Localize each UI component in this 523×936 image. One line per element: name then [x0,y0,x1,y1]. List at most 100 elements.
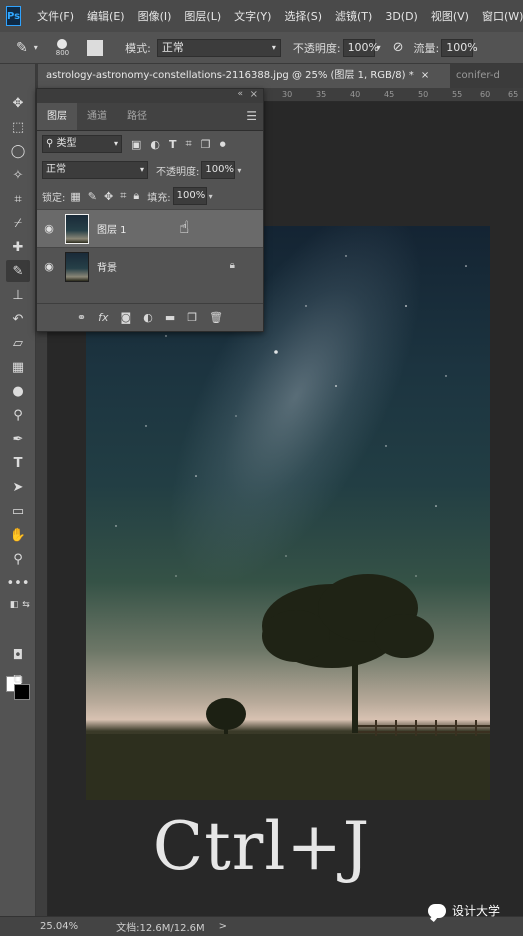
filter-smart-object-icon[interactable]: ❐ [201,138,211,151]
lasso-tool-icon[interactable]: ◯ [6,140,30,162]
visibility-eye-icon[interactable]: ◉ [37,260,61,273]
chevron-down-icon[interactable]: ▾ [209,192,213,201]
healing-brush-tool-icon[interactable]: ✚ [6,236,30,258]
gradient-tool-icon[interactable]: ▦ [6,356,30,378]
folder-icon[interactable]: ▬ [165,311,175,324]
menu-file[interactable]: 文件(F) [37,8,74,24]
opacity-input[interactable]: 100% [342,38,379,57]
menu-image[interactable]: 图像(I) [138,8,172,24]
trash-icon[interactable]: 🗑︎ [209,311,223,324]
tab-layers[interactable]: 图层 [37,103,77,130]
hand-tool-icon[interactable]: ✋ [6,524,30,546]
clone-stamp-tool-icon[interactable]: ⊥ [6,284,30,306]
chevron-down-icon[interactable]: ▾ [34,43,38,52]
options-bar: ✎ ▾ 800 模式: 正常 ▾ 不透明度: 100% ▾ ⊘ 流量: 100% [0,32,523,64]
new-layer-icon[interactable]: ❐ [187,311,197,324]
ruler-tick: 50 [418,90,429,99]
link-icon[interactable]: ⚭ [77,311,86,324]
zoom-tool-icon[interactable]: ⚲ [6,548,30,570]
chevron-down-icon[interactable]: ▾ [237,166,241,175]
panel-menu-icon[interactable]: ☰ [246,109,257,123]
lock-position-icon[interactable]: ✥ [104,190,113,203]
menu-layer[interactable]: 图层(L) [184,8,221,24]
fx-icon[interactable]: fx [98,311,108,324]
swap-colors-icon[interactable]: ⇆ [14,594,38,616]
screen-mode-icon[interactable]: ⧉ [6,668,30,690]
chevron-down-icon: ▾ [139,165,144,174]
quick-mask-icon[interactable]: ◘ [6,644,30,666]
mask-icon[interactable]: ◙ [121,311,132,324]
filter-kind-select[interactable]: ⚲ 类型 ▾ [42,135,122,153]
menu-edit[interactable]: 编辑(E) [87,8,125,24]
menu-view[interactable]: 视图(V) [431,8,469,24]
adjustment-icon[interactable]: ◐ [143,311,153,324]
wechat-icon [428,903,446,918]
blur-tool-icon[interactable]: ● [6,380,30,402]
panel-titlebar[interactable]: « × [37,89,263,103]
status-menu-arrow[interactable]: > [219,921,227,932]
close-icon[interactable]: × [250,89,258,100]
panel-tabs: 图层 通道 路径 ☰ [37,103,263,131]
menu-filter[interactable]: 滤镜(T) [335,8,372,24]
menu-window[interactable]: 窗口(W) [482,8,523,24]
filter-kind-value: 类型 [56,138,77,149]
ruler-tick: 45 [384,90,395,99]
layer-row-layer1[interactable]: ◉ 图层 1 ☝ [37,209,263,247]
brush-tool-icon[interactable]: ✎ [16,40,28,56]
shape-tool-icon[interactable]: ▭ [6,500,30,522]
panel-footer: ⚭ fx ◙ ◐ ▬ ❐ 🗑︎ [37,303,263,331]
flow-input[interactable]: 100% [441,38,478,57]
lock-image-icon[interactable]: ✎ [88,190,97,203]
chevron-down-icon[interactable]: ▾ [377,43,381,52]
brush-tool-icon[interactable]: ✎ [6,260,30,282]
filter-row: ⚲ 类型 ▾ ▣ ◐ T ⌗ ❐ ● [37,131,263,157]
path-select-tool-icon[interactable]: ➤ [6,476,30,498]
menu-select[interactable]: 选择(S) [284,8,322,24]
tab-paths[interactable]: 路径 [117,103,157,130]
layer-name[interactable]: 背景 [97,259,117,274]
search-icon: ⚲ [46,138,57,149]
crop-tool-icon[interactable]: ⌗ [6,188,30,210]
eyedropper-tool-icon[interactable]: ⌿ [6,212,30,234]
filter-pixel-icon[interactable]: ▣ [131,138,141,151]
brush-panel-icon[interactable] [87,39,104,56]
hand-cursor-icon: ☝ [179,218,190,238]
document-tab-active[interactable]: astrology-astronomy-constellations-21163… [38,64,450,88]
layer-name[interactable]: 图层 1 [97,221,127,236]
filter-type-icon[interactable]: T [169,138,177,151]
brush-tip-icon [57,38,68,49]
ruler-tick: 40 [350,90,361,99]
chevron-down-icon: ▾ [271,42,276,52]
lock-artboard-icon[interactable]: ⌗ [120,189,126,203]
menu-3d[interactable]: 3D(D) [385,10,418,23]
menu-type[interactable]: 文字(Y) [234,8,271,24]
lock-transparent-icon[interactable]: ▦ [70,190,80,203]
mode-select[interactable]: 正常 ▾ [156,38,281,57]
document-tab-other[interactable]: conifer-d [452,64,500,88]
type-tool-icon[interactable]: T [6,452,30,474]
more-tools-icon[interactable]: ••• [6,572,30,594]
pressure-opacity-icon[interactable]: ⊘ [393,40,404,55]
dodge-tool-icon[interactable]: ⚲ [6,404,30,426]
visibility-eye-icon[interactable]: ◉ [37,222,61,235]
lock-all-icon[interactable]: 🔒︎ [133,189,139,203]
quick-select-tool-icon[interactable]: ✧ [6,164,30,186]
eraser-tool-icon[interactable]: ▱ [6,332,30,354]
opacity-input[interactable]: 100% [201,161,236,179]
marquee-tool-icon[interactable]: ⬚ [6,116,30,138]
tab-channels[interactable]: 通道 [77,103,117,130]
filter-adjustment-icon[interactable]: ◐ [150,138,160,151]
blend-mode-select[interactable]: 正常 ▾ [42,161,148,179]
layer-row-background[interactable]: ◉ 背景 🔒︎ [37,247,263,285]
zoom-level[interactable]: 25.04% [40,921,78,932]
fill-input[interactable]: 100% [172,187,207,205]
move-tool-icon[interactable]: ✥ [6,92,30,114]
close-icon[interactable]: × [421,70,429,81]
history-brush-tool-icon[interactable]: ↶ [6,308,30,330]
lock-row: 锁定: ▦ ✎ ✥ ⌗ 🔒︎ 填充: 100% ▾ [37,183,263,209]
brush-preset-picker[interactable]: 800 [56,38,69,57]
filter-shape-icon[interactable]: ⌗ [186,137,192,151]
collapse-panel-icon[interactable]: « [237,89,243,99]
pen-tool-icon[interactable]: ✒ [6,428,30,450]
filter-toggle-icon[interactable]: ● [220,140,226,148]
